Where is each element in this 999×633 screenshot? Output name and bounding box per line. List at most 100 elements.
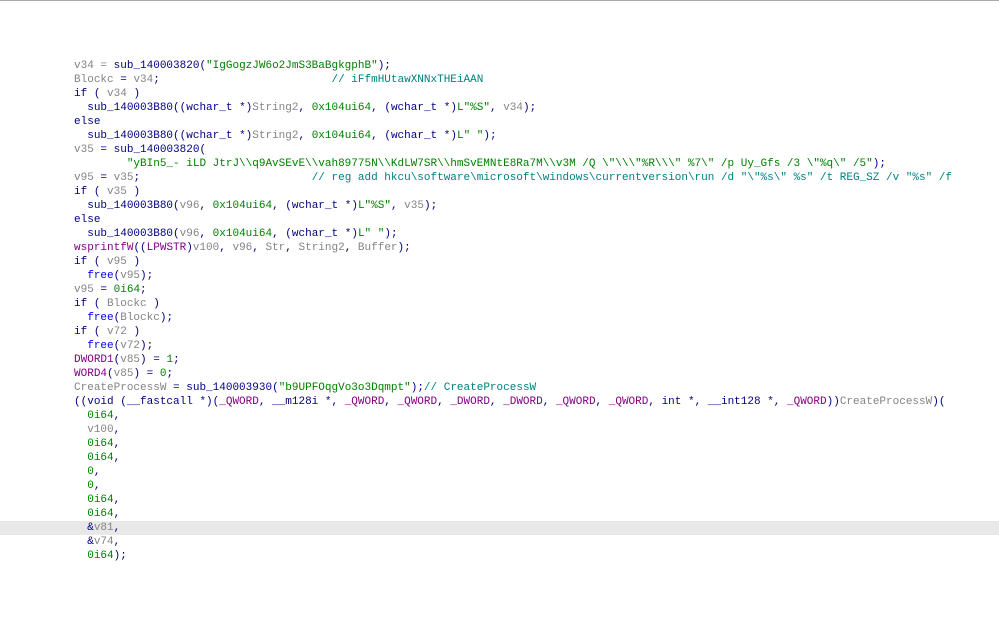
token-num: 0i64 (87, 508, 113, 520)
token-gray: ; (133, 172, 311, 184)
code-line[interactable]: if ( v72 ) (0, 325, 999, 339)
token-var: v95 (120, 270, 140, 282)
token-gray: , (114, 452, 121, 464)
token-var: String2 (299, 242, 345, 254)
token-gray: , (199, 200, 212, 212)
code-line[interactable]: wsprintfW((LPWSTR)v100, v96, Str, String… (0, 241, 999, 255)
code-line[interactable]: &v81, (0, 521, 999, 535)
code-line[interactable]: 0i64, (0, 451, 999, 465)
token-call: free (87, 270, 113, 282)
code-line[interactable]: 0i64, (0, 507, 999, 521)
token-purple: _QWORD (345, 396, 385, 408)
token-func: sub_140003B80 (87, 130, 173, 142)
code-line[interactable]: "yBIn5_- iLD JtrJ\\q9AvSEvE\\vah89775N\\… (0, 157, 999, 171)
token-var: Blockc (107, 298, 147, 310)
code-line[interactable]: 0i64, (0, 409, 999, 423)
token-kw: __m128i (272, 396, 318, 408)
token-num: 0i64 (87, 438, 113, 450)
code-line[interactable]: v95 = v35; // reg add hkcu\software\micr… (0, 171, 999, 185)
code-line[interactable]: &v74, (0, 535, 999, 549)
token-purple: wsprintfW (74, 242, 133, 254)
code-line[interactable]: free(Blockc); (0, 311, 999, 325)
code-line[interactable]: 0, (0, 479, 999, 493)
token-num: 0x104ui64 (312, 130, 371, 142)
token-gray: ( (114, 396, 127, 408)
token-gray: , (490, 396, 503, 408)
token-gray: ( (173, 228, 180, 240)
code-line[interactable]: 0i64, (0, 437, 999, 451)
token-comment: // reg add hkcu\software\microsoft\windo… (312, 172, 952, 184)
token-purple: _QWORD (609, 396, 649, 408)
code-line[interactable]: 0i64, (0, 493, 999, 507)
code-line[interactable]: ((void (__fastcall *)(_QWORD, __m128i *,… (0, 395, 999, 409)
token-gray: ) (127, 256, 140, 268)
token-gray: ( (272, 382, 279, 394)
token-gray: (( (133, 242, 146, 254)
token-call: free (87, 312, 113, 324)
token-gray: ) = (140, 354, 166, 366)
token-gray: , (345, 242, 358, 254)
token-kw: if (74, 88, 87, 100)
code-line[interactable]: DWORD1(v85) = 1; (0, 353, 999, 367)
token-gray: *)( (193, 396, 219, 408)
code-line[interactable]: sub_140003B80((wchar_t *)String2, 0x104u… (0, 101, 999, 115)
token-str: "IgGogzJW6o2JmS3BaBgkgphB" (206, 60, 378, 72)
token-gray: = (94, 284, 114, 296)
code-line[interactable]: v95 = 0i64; (0, 283, 999, 297)
token-gray: , (94, 480, 101, 492)
code-line[interactable]: 0i64); (0, 549, 999, 563)
code-line[interactable]: if ( v35 ) (0, 185, 999, 199)
token-var: v81 (94, 522, 114, 534)
token-var: v35 (404, 200, 424, 212)
token-gray: ) (147, 298, 160, 310)
code-line[interactable]: else (0, 213, 999, 227)
token-gray: , ( (272, 228, 292, 240)
code-line[interactable]: sub_140003B80(v96, 0x104ui64, (wchar_t *… (0, 199, 999, 213)
token-gray: , (199, 228, 212, 240)
code-line[interactable]: sub_140003B80((wchar_t *)String2, 0x104u… (0, 129, 999, 143)
token-str: "b9UPFOqgVo3o3Dqmpt" (279, 382, 411, 394)
code-line[interactable]: v35 = sub_140003820( (0, 143, 999, 157)
token-gray: , (114, 494, 121, 506)
code-line[interactable]: if ( v34 ) (0, 87, 999, 101)
token-gray: *, (761, 396, 787, 408)
token-kw: if (74, 326, 87, 338)
code-line[interactable]: Blockc = v34; // iFfmHUtawXNNxTHEiAAN (0, 73, 999, 87)
token-var: v34 (503, 102, 523, 114)
token-gray: , (114, 438, 121, 450)
token-gray: ( (87, 326, 107, 338)
token-var: v100 (193, 242, 219, 254)
token-var: v100 (87, 424, 113, 436)
token-var: v85 (120, 354, 140, 366)
code-line[interactable]: else (0, 115, 999, 129)
code-line[interactable]: sub_140003B80(v96, 0x104ui64, (wchar_t *… (0, 227, 999, 241)
code-line[interactable]: v100, (0, 423, 999, 437)
code-line[interactable]: if ( Blockc ) (0, 297, 999, 311)
code-line[interactable]: 0, (0, 465, 999, 479)
token-gray: ); (411, 382, 424, 394)
code-line[interactable]: if ( v95 ) (0, 255, 999, 269)
token-var: v35 (74, 144, 94, 156)
token-gray: *) (437, 130, 457, 142)
token-num: 0 (87, 480, 94, 492)
token-var: v96 (180, 228, 200, 240)
code-line[interactable]: CreateProcessW = sub_140003930("b9UPFOqg… (0, 381, 999, 395)
token-kw: if (74, 186, 87, 198)
token-gray: ) (127, 326, 140, 338)
code-line[interactable]: WORD4(v85) = 0; (0, 367, 999, 381)
token-gray: ; (153, 74, 331, 86)
token-gray: ) (127, 186, 140, 198)
code-line[interactable]: v34 = sub_140003820("IgGogzJW6o2JmS3BaBg… (0, 59, 999, 73)
token-purple: _QWORD (219, 396, 259, 408)
token-var: Blockc (74, 74, 114, 86)
token-gray: )) (827, 396, 840, 408)
code-viewer[interactable]: v34 = sub_140003820("IgGogzJW6o2JmS3BaBg… (0, 57, 999, 563)
code-line[interactable]: free(v95); (0, 269, 999, 283)
token-var: String2 (252, 130, 298, 142)
code-line[interactable]: free(v72); (0, 339, 999, 353)
token-kw: __int128 (708, 396, 761, 408)
token-gray: (( (173, 130, 186, 142)
token-purple: _QWORD (787, 396, 827, 408)
token-gray: , (490, 102, 503, 114)
token-func: sub_140003B80 (87, 102, 173, 114)
